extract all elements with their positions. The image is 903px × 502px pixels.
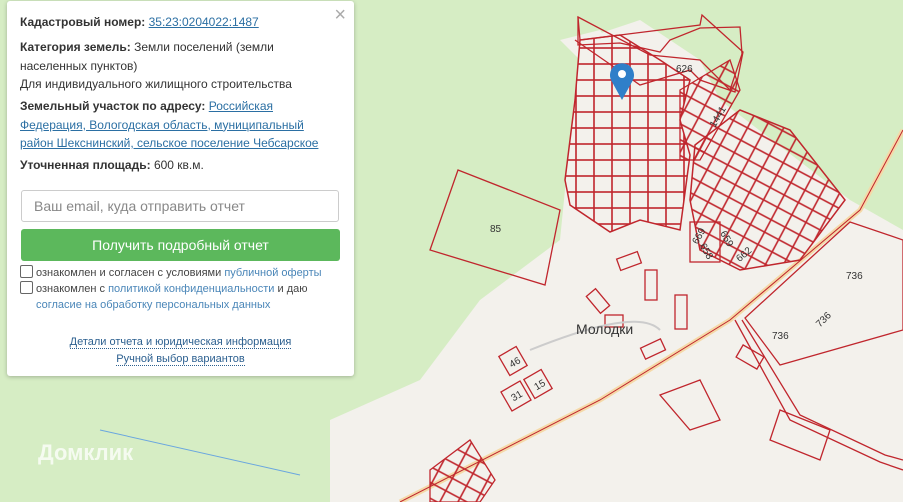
- consent-privacy: ознакомлен с политикой конфиденциальност…: [20, 281, 308, 313]
- get-report-button[interactable]: Получить подробный отчет: [21, 229, 340, 261]
- offer-checkbox[interactable]: [20, 265, 33, 278]
- cadastral-label: Кадастровый номер:: [20, 15, 146, 29]
- privacy-checkbox[interactable]: [20, 281, 33, 294]
- personal-data-link[interactable]: согласие на обработку персональных данны…: [36, 299, 270, 311]
- details-link-row: Детали отчета и юридическая информация: [7, 336, 354, 349]
- parcel-label: 626: [676, 64, 693, 75]
- parcel-info-panel: × Кадастровый номер: 35:23:0204022:1487 …: [7, 1, 354, 376]
- address-row: Земельный участок по адресу: Российская …: [20, 97, 334, 153]
- consent-text: ознакомлен с: [36, 283, 106, 295]
- public-offer-link[interactable]: публичной оферты: [224, 267, 321, 279]
- parcel-label: 736: [846, 271, 863, 282]
- cadastral-number-link[interactable]: 35:23:0204022:1487: [149, 15, 259, 29]
- parcel-label: 85: [490, 224, 502, 235]
- report-details-link[interactable]: Детали отчета и юридическая информация: [69, 336, 292, 349]
- address-label: Земельный участок по адресу:: [20, 99, 206, 113]
- usage-value: Для индивидуального жилищного строительс…: [20, 77, 292, 91]
- category-row: Категория земель: Земли поселений (земли…: [20, 38, 334, 94]
- category-label: Категория земель:: [20, 40, 131, 54]
- domclick-watermark-logo: Домклик: [38, 440, 134, 465]
- area-label: Уточненная площадь:: [20, 158, 151, 172]
- area-row: Уточненная площадь: 600 кв.м.: [20, 156, 334, 175]
- consent-offer: ознакомлен и согласен с условиями публич…: [20, 265, 322, 281]
- parcel-label: 736: [772, 331, 789, 342]
- consent-text: и даю: [277, 283, 308, 295]
- consent-text: ознакомлен и согласен с условиями: [36, 267, 222, 279]
- area-value: 600 кв.м.: [153, 158, 204, 172]
- email-input[interactable]: Ваш email, куда отправить отчет: [21, 190, 339, 222]
- privacy-policy-link[interactable]: политикой конфиденциальности: [108, 283, 274, 295]
- close-icon[interactable]: ×: [334, 5, 346, 25]
- manual-selection-link[interactable]: Ручной выбор вариантов: [116, 353, 245, 366]
- cadastral-number-row: Кадастровый номер: 35:23:0204022:1487: [20, 13, 334, 32]
- village-label: Молодки: [576, 321, 633, 337]
- manual-link-row: Ручной выбор вариантов: [7, 353, 354, 366]
